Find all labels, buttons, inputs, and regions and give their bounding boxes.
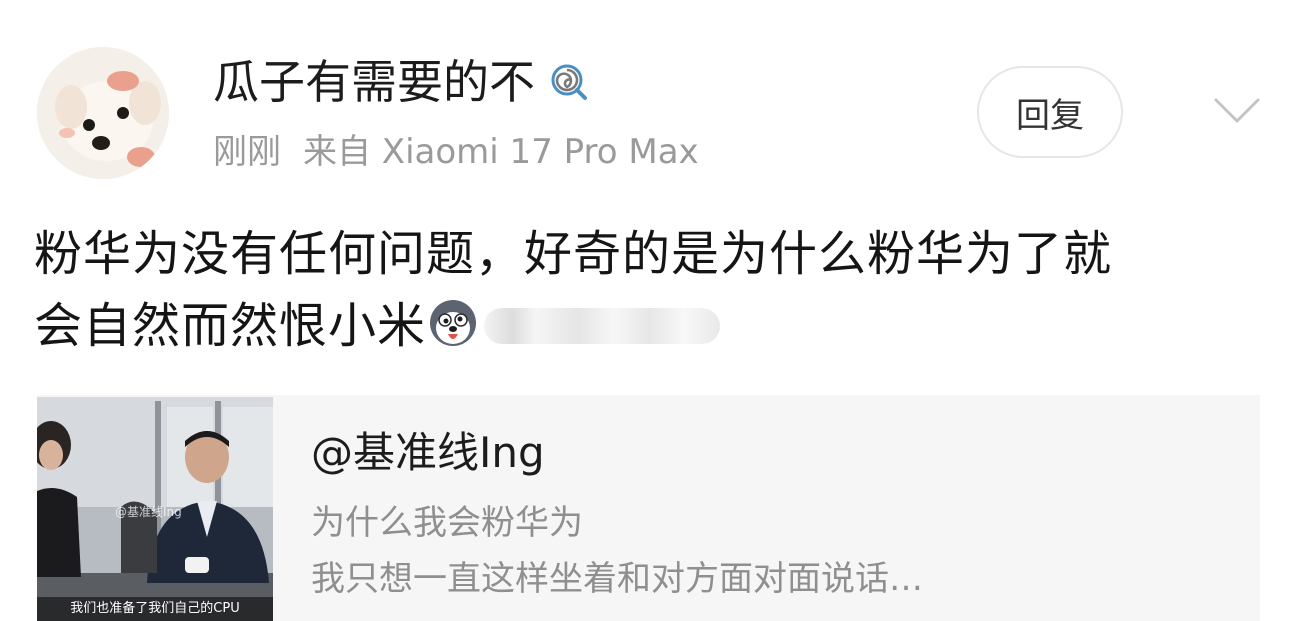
husky-emoji-icon <box>430 300 477 346</box>
repost-author[interactable]: @基准线Ing <box>311 425 545 481</box>
repost-text-line: 为什么我会粉华为 <box>311 503 583 543</box>
repost-text-line-2: 我只想一直这样坐着和对方面对面说话… <box>311 559 923 599</box>
post-text-line-tail: 会自然而然恨小米 <box>34 298 427 354</box>
post-time: 刚刚 <box>213 132 281 172</box>
puppy-avatar-image <box>37 47 169 179</box>
post-text-line: 粉华为没有任何问题，好奇的是为什么粉华为了就 <box>34 226 1113 282</box>
post-text-line-2: 会自然而然恨小米 <box>34 290 1254 362</box>
chevron-down-icon[interactable] <box>1213 96 1261 126</box>
username-row: 瓜子有需要的不 <box>213 52 589 112</box>
member-badge-icon[interactable] <box>549 62 589 102</box>
thumbnail-caption: 我们也准备了我们自己的CPU <box>37 597 273 621</box>
video-thumbnail[interactable]: @基准线Ing 我们也准备了我们自己的CPU <box>37 397 273 621</box>
reply-button[interactable]: 回复 <box>977 66 1123 158</box>
thumbnail-watermark: @基准线Ing <box>115 505 182 519</box>
post-content: 粉华为没有任何问题，好奇的是为什么粉华为了就 会自然而然恨小米 <box>34 218 1254 362</box>
blurred-region <box>484 308 721 344</box>
repost-card[interactable]: @基准线Ing 我们也准备了我们自己的CPU @基准线Ing 为什么我会粉华为 … <box>37 395 1260 621</box>
post-meta: 刚刚 来自 Xiaomi 17 Pro Max <box>213 128 699 176</box>
avatar[interactable] <box>37 47 169 179</box>
username[interactable]: 瓜子有需要的不 <box>213 53 535 111</box>
post-source: 来自 Xiaomi 17 Pro Max <box>303 132 699 172</box>
